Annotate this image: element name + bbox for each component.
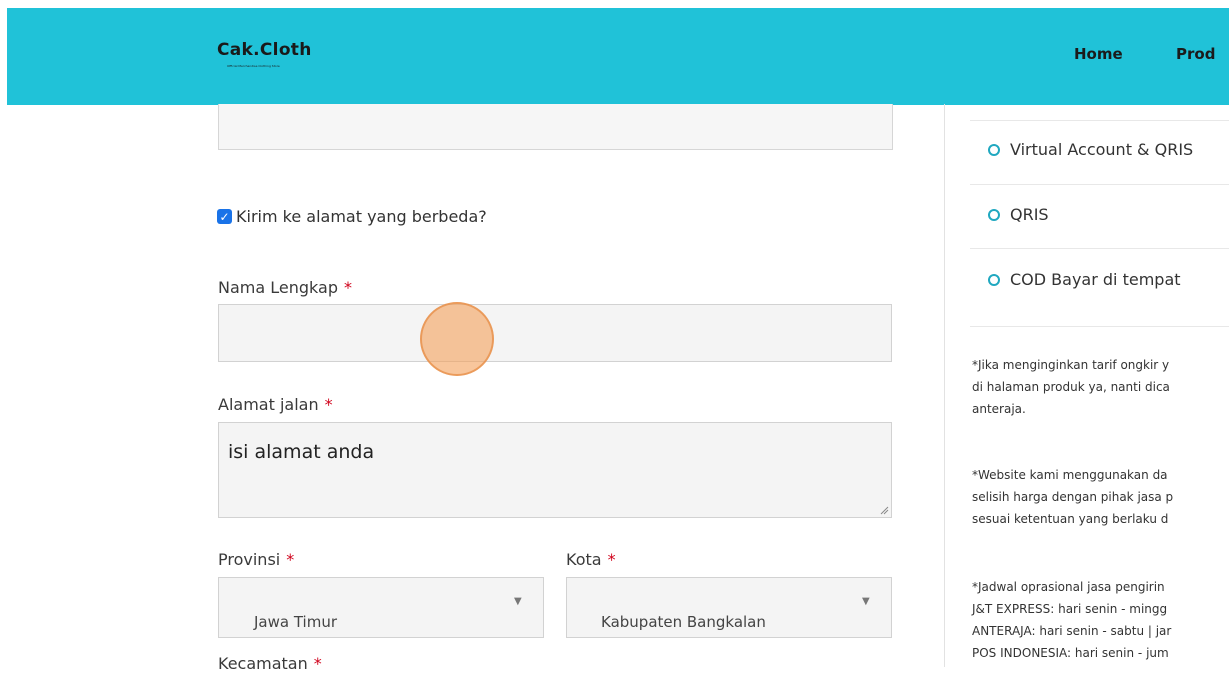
note-line: anteraja. [972,402,1026,416]
required-mark: * [607,550,616,569]
street-textarea[interactable]: isi alamat anda [218,422,892,518]
note-line: *Jika menginginkan tarif ongkir y [972,358,1170,372]
payment-option-label: QRIS [1010,205,1049,224]
street-value: isi alamat anda [228,441,375,463]
site-header [7,8,1229,105]
city-label-text: Kota [566,550,602,569]
note-line: sesuai ketentuan yang berlaku d [972,512,1169,526]
radio-icon[interactable] [988,143,1000,156]
province-select[interactable]: Jawa Timur ▼ [218,577,544,638]
note-line: POS INDONESIA: hari senin - jum [972,646,1169,660]
ship-different-label: Kirim ke alamat yang berbeda? [236,207,487,226]
note-line: di halaman produk ya, nanti dica [972,380,1170,394]
previous-field[interactable] [218,104,893,150]
shipping-note-2: *Website kami menggunakan da selisih har… [972,464,1173,530]
divider [970,184,1229,185]
site-logo[interactable]: Cak.Cloth Official Merchandise Clothing … [217,40,312,70]
district-label: Kecamatan * [218,654,322,673]
city-label: Kota * [566,550,616,569]
note-line: ANTERAJA: hari senin - sabtu | jar [972,624,1172,638]
nav-products[interactable]: Prod [1176,45,1215,63]
logo-text: Cak.Cloth [217,40,312,60]
province-label-text: Provinsi [218,550,281,569]
shipping-note-1: *Jika menginginkan tarif ongkir y di hal… [972,354,1170,420]
radio-icon[interactable] [988,273,1000,286]
street-label-text: Alamat jalan [218,395,319,414]
note-line: *Website kami menggunakan da [972,468,1168,482]
payment-option-label: COD Bayar di tempat [1010,270,1181,289]
district-label-text: Kecamatan [218,654,308,673]
ship-different-checkbox[interactable]: ✓ [217,209,232,224]
required-mark: * [343,278,352,297]
payment-option-cod[interactable]: COD Bayar di tempat [988,270,1181,289]
city-value: Kabupaten Bangkalan [601,613,766,631]
required-mark: * [313,654,322,673]
divider [970,248,1229,249]
sidebar-divider [944,104,945,667]
logo-tagline: Official Merchandise Clothing Store [227,64,280,68]
required-mark: * [324,395,333,414]
full-name-label-text: Nama Lengkap [218,278,338,297]
resize-handle-icon[interactable] [880,506,889,515]
full-name-label: Nama Lengkap * [218,278,352,297]
divider [970,120,1229,121]
full-name-input[interactable] [218,304,892,362]
ship-different-row[interactable]: ✓ Kirim ke alamat yang berbeda? [217,207,487,226]
radio-icon[interactable] [988,208,1000,221]
chevron-down-icon: ▼ [862,596,870,607]
chevron-down-icon: ▼ [514,596,522,607]
note-line: *Jadwal oprasional jasa pengirin [972,580,1165,594]
payment-option-va-qris[interactable]: Virtual Account & QRIS [988,140,1193,159]
divider [970,326,1229,327]
shipping-note-3: *Jadwal oprasional jasa pengirin J&T EXP… [972,576,1171,664]
street-label: Alamat jalan * [218,395,333,414]
payment-option-qris[interactable]: QRIS [988,205,1049,224]
province-value: Jawa Timur [254,613,337,631]
city-select[interactable]: Kabupaten Bangkalan ▼ [566,577,892,638]
required-mark: * [286,550,295,569]
note-line: J&T EXPRESS: hari senin - mingg [972,602,1168,616]
province-label: Provinsi * [218,550,294,569]
note-line: selisih harga dengan pihak jasa p [972,490,1174,504]
nav-home[interactable]: Home [1074,45,1123,63]
click-indicator [420,302,494,376]
payment-option-label: Virtual Account & QRIS [1010,140,1194,159]
